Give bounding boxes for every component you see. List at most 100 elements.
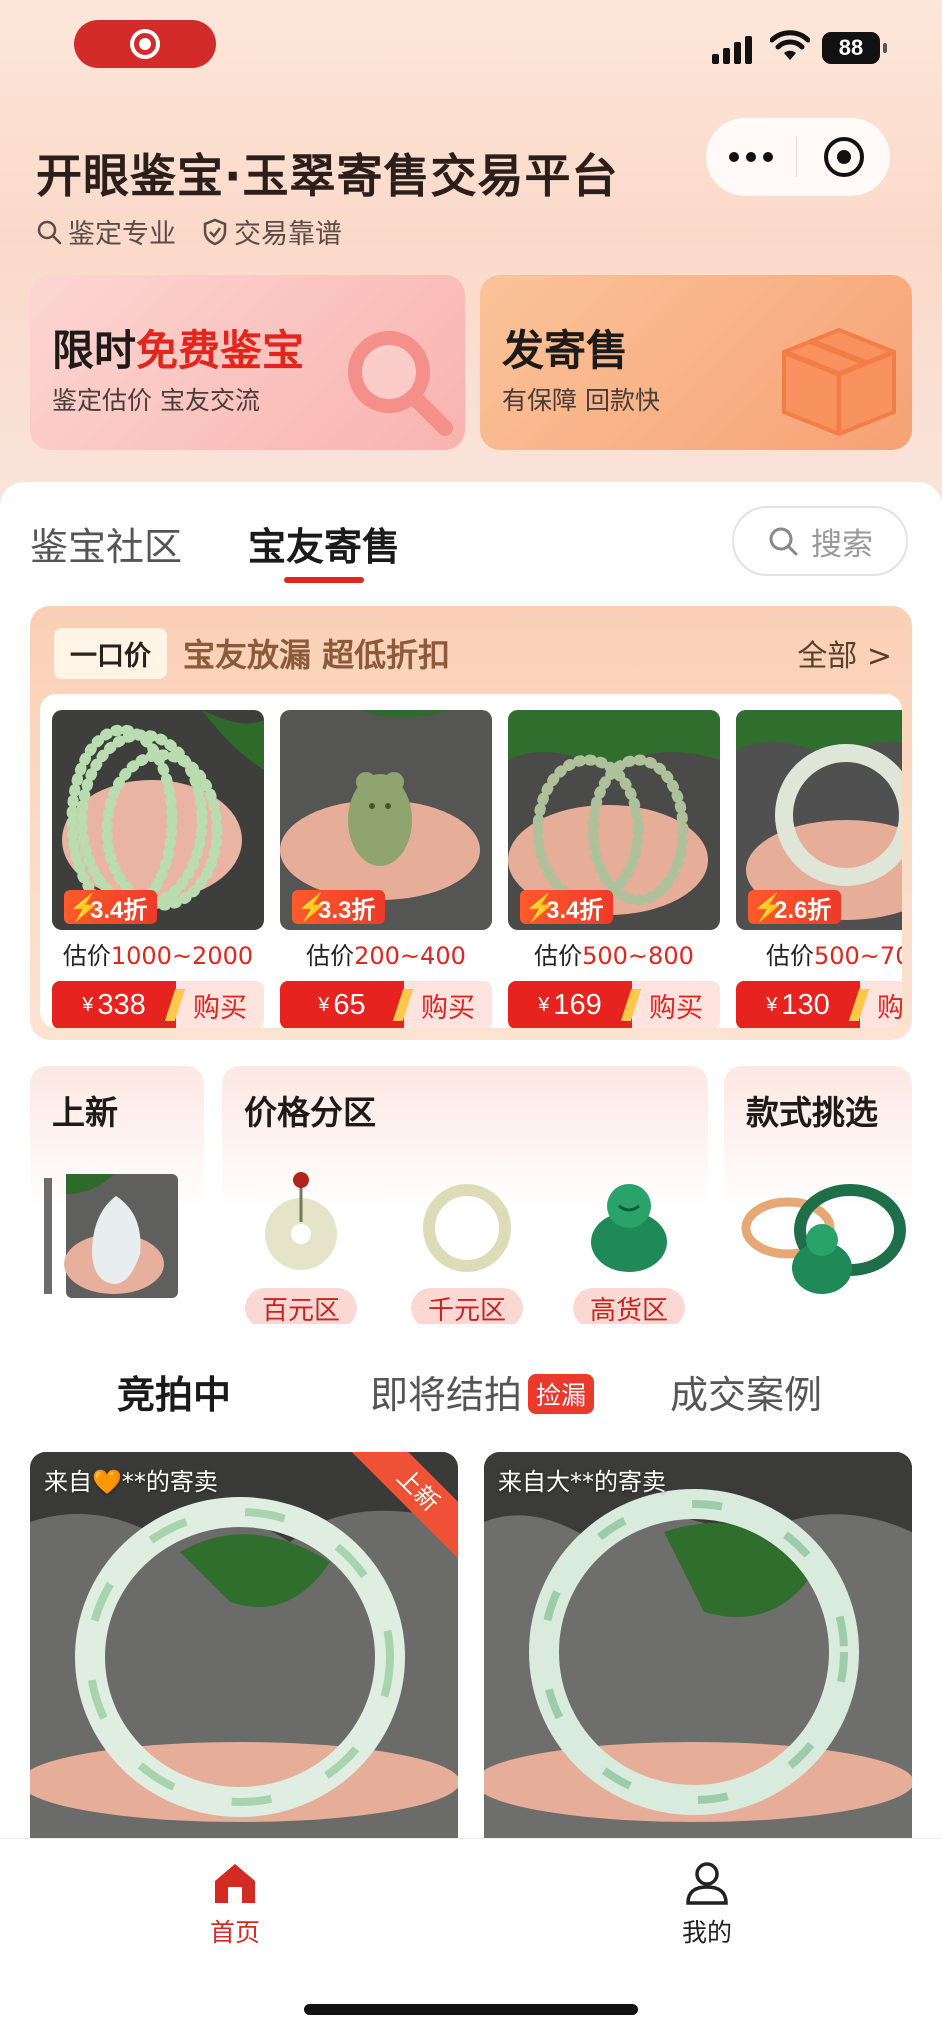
package-icon: [782, 327, 896, 437]
buy-row[interactable]: ¥130 购买: [736, 981, 902, 1028]
search-icon: [769, 527, 798, 556]
search-label: 搜索: [811, 526, 873, 563]
bangle-icon: [423, 1184, 511, 1272]
product-image: ⚡ 2.6折: [736, 710, 902, 930]
fixed-price-badge: 一口价: [54, 627, 167, 679]
search-button[interactable]: 搜索: [732, 506, 908, 576]
discount-badge: ⚡ 3.4折: [520, 890, 614, 924]
new-arrival-image: [44, 1174, 178, 1298]
card-subtitle: 有保障 回款快: [502, 386, 660, 415]
free-appraisal-card[interactable]: 限时免费鉴宝 鉴定估价 宝友交流: [30, 275, 465, 450]
price-tag: ¥169: [508, 981, 632, 1028]
price-zone-thousand[interactable]: 千元区: [402, 1166, 532, 1324]
magnifier-icon: [348, 331, 453, 436]
nav-label: 我的: [681, 1918, 732, 1947]
discount-badge: ⚡ 3.4折: [64, 890, 158, 924]
listing-card[interactable]: 来自🧡**的寄卖 上新: [30, 1452, 458, 1840]
product-card[interactable]: ⚡ 3.3折 估价200~400 ¥65 购买: [280, 710, 492, 1028]
estimate-text: 估价1000~2000: [62, 942, 254, 970]
zone-label: 高货区: [573, 1288, 685, 1324]
card-title: 发寄售: [502, 326, 629, 375]
tag-professional: 鉴定专业: [36, 212, 176, 251]
buy-button[interactable]: 购买: [404, 981, 492, 1028]
battery-indicator: 88: [822, 32, 887, 64]
shield-check-icon: [203, 218, 227, 245]
screen-record-indicator[interactable]: [74, 20, 216, 68]
tag-label: 交易靠谱: [234, 219, 342, 250]
product-image: ⚡ 3.4折: [508, 710, 720, 930]
tab-consignment[interactable]: 宝友寄售: [248, 516, 400, 583]
listing-card[interactable]: 来自大**的寄卖: [484, 1452, 912, 1840]
buy-row[interactable]: ¥338 购买: [52, 981, 264, 1028]
product-image: ⚡ 3.3折: [280, 710, 492, 930]
flash-sale-header: 一口价 宝友放漏 超低折扣 全部 >: [54, 627, 892, 679]
home-icon: [215, 1864, 255, 1903]
buy-row[interactable]: ¥169 购买: [508, 981, 720, 1028]
buy-button[interactable]: 购买: [176, 981, 264, 1028]
tab-ending-soon[interactable]: 即将结拍 捡漏: [370, 1364, 595, 1419]
product-card[interactable]: ⚡ 3.4折 估价1000~2000 ¥338 购买: [52, 710, 264, 1028]
close-miniprogram-button[interactable]: [797, 137, 890, 177]
miniprogram-capsule: [706, 118, 890, 196]
discount-badge: ⚡ 3.3折: [292, 890, 386, 924]
lightning-icon: ⚡: [296, 892, 329, 922]
record-icon: [130, 29, 160, 59]
signal-icon: [712, 36, 752, 64]
buy-button[interactable]: 购买: [632, 981, 720, 1028]
bargain-badge: 捡漏: [528, 1374, 595, 1414]
tag-label: 鉴定专业: [68, 219, 176, 250]
buddha-icon: [591, 1184, 667, 1272]
nav-mine[interactable]: 我的: [627, 1861, 787, 1949]
estimate-text: 估价500~800: [534, 942, 694, 970]
card-title: 款式挑选: [746, 1093, 878, 1132]
card-title: 上新: [52, 1093, 118, 1132]
estimate-text: 估价500~70: [766, 942, 902, 970]
style-image: [741, 1184, 906, 1294]
tab-deal-cases[interactable]: 成交案例: [670, 1364, 822, 1419]
main-tabs: 鉴宝社区 宝友寄售: [30, 516, 400, 583]
pendant-icon: [265, 1172, 337, 1270]
lightning-icon: ⚡: [68, 892, 101, 922]
product-card[interactable]: ⚡ 3.4折 估价500~800 ¥169 购买: [508, 710, 720, 1028]
home-indicator[interactable]: [304, 2004, 638, 2015]
price-zone-card: 价格分区 百元区 千元区 高货区: [222, 1066, 708, 1324]
more-icon[interactable]: [706, 152, 796, 162]
buy-button[interactable]: 购买: [860, 981, 902, 1028]
zone-label: 百元区: [245, 1288, 357, 1324]
price-zone-hundred[interactable]: 百元区: [236, 1166, 366, 1324]
discount-badge: ⚡ 2.6折: [748, 890, 842, 924]
tab-community[interactable]: 鉴宝社区: [30, 516, 182, 571]
status-bar: 88: [0, 0, 942, 100]
consign-card[interactable]: 发寄售 有保障 回款快: [480, 275, 912, 450]
listing-image: [30, 1452, 458, 1840]
wifi-icon: [770, 30, 810, 60]
search-icon: [37, 220, 62, 244]
buy-row[interactable]: ¥65 购买: [280, 981, 492, 1028]
tag-reliable: 交易靠谱: [202, 212, 342, 251]
page-title: 开眼鉴宝·玉翠寄售交易平台: [36, 149, 619, 203]
price-zone-premium[interactable]: 高货区: [564, 1166, 694, 1324]
tab-bidding[interactable]: 竞拍中: [117, 1364, 231, 1419]
estimate-text: 估价200~400: [306, 942, 466, 970]
card-subtitle: 鉴定估价 宝友交流: [52, 386, 260, 415]
product-image: ⚡ 3.4折: [52, 710, 264, 930]
new-arrivals-card[interactable]: 上新: [30, 1066, 204, 1324]
listing-image: [484, 1452, 912, 1840]
price-tag: ¥338: [52, 981, 176, 1028]
lightning-icon: ⚡: [752, 892, 785, 922]
seller-label: 来自🧡**的寄卖: [44, 1468, 218, 1496]
nav-home[interactable]: 首页: [155, 1861, 315, 1949]
card-title: 限时免费鉴宝: [52, 326, 305, 375]
flash-sale-section: 一口价 宝友放漏 超低折扣 全部 > ⚡ 3.4折 估价1000~2000 ¥ …: [30, 606, 912, 1040]
header-tags: 鉴定专业 交易靠谱: [36, 212, 342, 251]
card-title: 价格分区: [244, 1093, 376, 1132]
product-card[interactable]: ⚡2.6折 估价500~70 ¥130 购买: [736, 710, 902, 1028]
nav-label: 首页: [209, 1918, 260, 1947]
lightning-icon: ⚡: [524, 892, 557, 922]
style-picker-card[interactable]: 款式挑选: [724, 1066, 912, 1324]
zone-label: 千元区: [411, 1288, 523, 1324]
view-all-link[interactable]: 全部 >: [797, 631, 892, 675]
auction-tabs: 竞拍中 即将结拍 捡漏 成交案例: [0, 1358, 942, 1418]
price-tag: ¥130: [736, 981, 860, 1028]
product-carousel[interactable]: ⚡ 3.4折 估价1000~2000 ¥338 购买 ⚡ 3.3折 估价200~…: [40, 694, 902, 1028]
